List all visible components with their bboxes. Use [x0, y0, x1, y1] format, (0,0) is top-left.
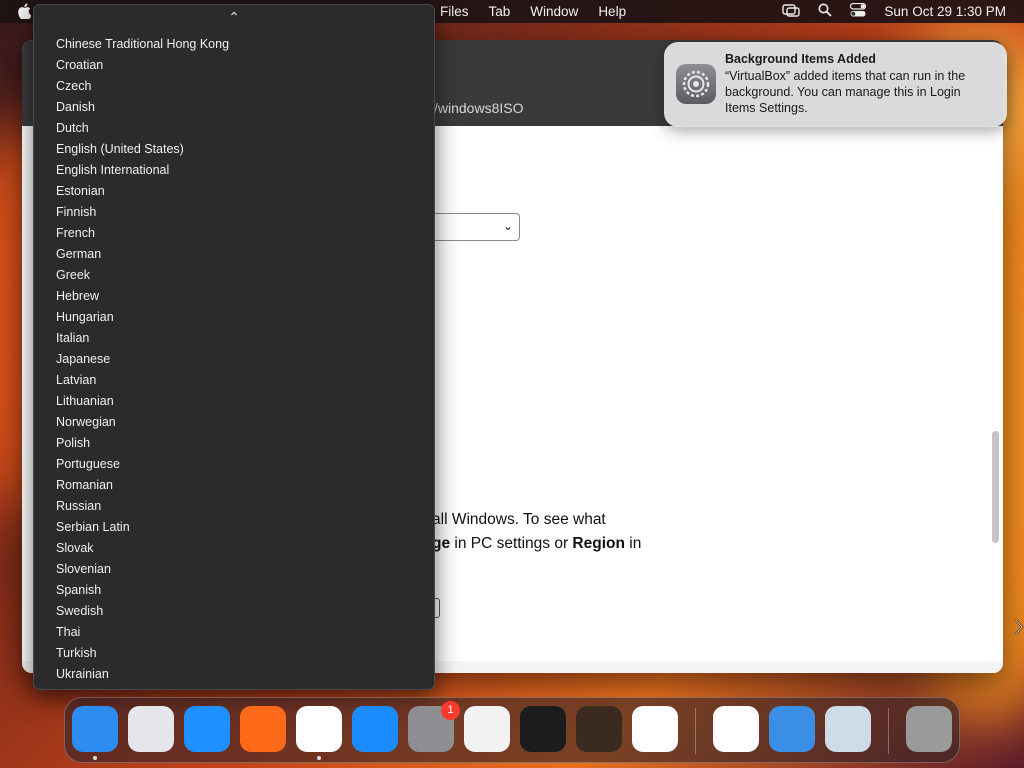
terminal-icon[interactable] — [520, 706, 566, 752]
language-option[interactable]: Serbian Latin — [34, 517, 434, 538]
notification-badge: 1 — [441, 701, 460, 720]
dock: 1 — [64, 697, 960, 763]
language-option[interactable]: Czech — [34, 76, 434, 97]
language-option[interactable]: Russian — [34, 496, 434, 517]
language-option[interactable]: Swedish — [34, 601, 434, 622]
instructions-line1: all Windows. To see what — [432, 511, 606, 528]
language-option[interactable]: Croatian — [34, 55, 434, 76]
chevron-down-icon: ⌄ — [502, 219, 513, 233]
notification-banner[interactable]: Background Items Added “VirtualBox” adde… — [664, 42, 1007, 127]
language-option[interactable]: Finnish — [34, 202, 434, 223]
menu-tab[interactable]: Tab — [479, 4, 521, 19]
instructions-bold-region: Region — [572, 535, 625, 552]
vscode-icon[interactable] — [632, 706, 678, 752]
notification-title: Background Items Added — [725, 52, 876, 66]
language-option[interactable]: Slovenian — [34, 559, 434, 580]
running-indicator — [317, 756, 321, 760]
page-scrollbar[interactable] — [992, 431, 999, 543]
language-option[interactable]: Slovak — [34, 538, 434, 559]
language-option[interactable]: Dutch — [34, 118, 434, 139]
visual-studio-icon[interactable] — [713, 706, 759, 752]
language-option[interactable]: Hebrew — [34, 286, 434, 307]
notification-body: “VirtualBox” added items that can run in… — [725, 69, 966, 115]
language-option[interactable]: Chinese Traditional Hong Kong — [34, 34, 434, 55]
language-option[interactable]: German — [34, 244, 434, 265]
language-option[interactable]: Norwegian — [34, 412, 434, 433]
language-option[interactable]: Latvian — [34, 370, 434, 391]
language-option[interactable]: Polish — [34, 433, 434, 454]
language-option[interactable]: Turkish — [34, 643, 434, 664]
textedit-icon[interactable] — [464, 706, 510, 752]
launchpad-icon[interactable] — [128, 706, 174, 752]
virtualbox-icon[interactable] — [825, 706, 871, 752]
scroll-up-icon[interactable]: ⌃ — [34, 9, 434, 27]
menu-files[interactable]: Files — [430, 4, 479, 19]
language-option[interactable]: Italian — [34, 328, 434, 349]
language-option[interactable]: English (United States) — [34, 139, 434, 160]
dock-separator — [695, 708, 696, 754]
language-option[interactable]: Danish — [34, 97, 434, 118]
language-option[interactable]: Hungarian — [34, 307, 434, 328]
instructions-end: in — [624, 535, 642, 552]
dock-separator — [888, 708, 889, 754]
resize-cursor-icon — [1015, 619, 1024, 635]
system-settings-icon[interactable]: 1 — [408, 701, 460, 752]
language-option[interactable]: English International — [34, 160, 434, 181]
language-dropdown-menu: ⌃ Chinese Traditional Hong Kong Croatian C… — [33, 4, 435, 690]
screen-mirroring-icon[interactable] — [782, 3, 801, 20]
menu-window[interactable]: Window — [520, 4, 588, 19]
app-store-icon[interactable] — [352, 706, 398, 752]
finder-icon[interactable] — [72, 706, 118, 752]
system-settings-icon — [676, 64, 716, 104]
menu-extras: Sun Oct 29 1:30 PM — [782, 2, 1006, 20]
app-menus: Files Tab Window Help — [430, 4, 636, 19]
language-option[interactable]: Lithuanian — [34, 391, 434, 412]
language-option[interactable]: Ukrainian — [34, 664, 434, 685]
menu-clock[interactable]: Sun Oct 29 1:30 PM — [884, 4, 1006, 19]
instructions-mid: in PC settings or — [450, 535, 573, 552]
chrome-icon[interactable] — [296, 706, 342, 752]
language-option[interactable]: Japanese — [34, 349, 434, 370]
control-center-icon[interactable] — [850, 2, 867, 20]
language-option[interactable]: Thai — [34, 622, 434, 643]
language-list: Chinese Traditional Hong Kong Croatian Cze… — [34, 34, 434, 685]
apple-icon[interactable] — [18, 3, 32, 22]
language-option[interactable]: Romanian — [34, 475, 434, 496]
weather-icon[interactable] — [769, 706, 815, 752]
safari-icon[interactable] — [184, 706, 230, 752]
spotlight-search-icon[interactable] — [818, 3, 833, 20]
language-option[interactable]: French — [34, 223, 434, 244]
language-option[interactable]: Spanish — [34, 580, 434, 601]
language-option[interactable]: Estonian — [34, 181, 434, 202]
garageband-icon[interactable] — [576, 706, 622, 752]
menu-help[interactable]: Help — [588, 4, 636, 19]
running-indicator — [93, 756, 97, 760]
trash-icon[interactable] — [906, 706, 952, 752]
firefox-icon[interactable] — [240, 706, 286, 752]
language-option[interactable]: Portuguese — [34, 454, 434, 475]
language-option[interactable]: Greek — [34, 265, 434, 286]
instructions-text: all Windows. To see what ge in PC settin… — [432, 508, 992, 556]
